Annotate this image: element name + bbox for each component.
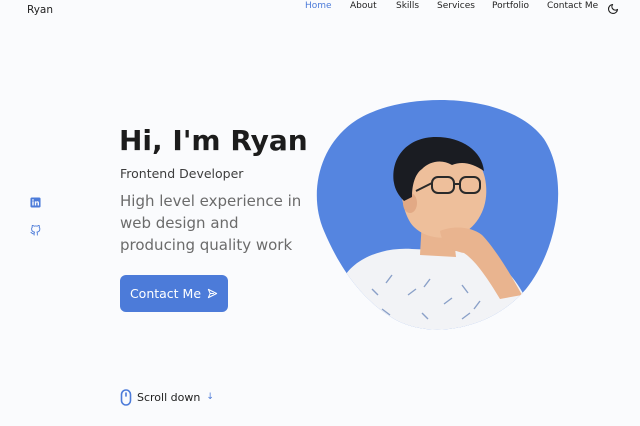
logo[interactable]: Ryan: [27, 4, 53, 16]
portfolio-page: Ryan Home About Skills Services Portfoli…: [0, 0, 640, 426]
nav-link-services[interactable]: Services: [437, 0, 475, 12]
nav-link-about[interactable]: About: [350, 0, 377, 12]
arrow-down-icon: ↓: [206, 392, 214, 402]
nav-link-contact[interactable]: Contact Me: [547, 0, 598, 12]
nav-link-portfolio[interactable]: Portfolio: [492, 0, 529, 12]
send-icon: [207, 288, 218, 299]
contact-me-label: Contact Me: [129, 286, 202, 301]
nav-link-skills[interactable]: Skills: [396, 0, 419, 12]
mouse-icon: [120, 388, 132, 406]
scroll-down-label: Scroll down: [137, 390, 201, 404]
header: Ryan Home About Skills Services Portfoli…: [0, 0, 640, 22]
linkedin-icon[interactable]: [30, 197, 41, 208]
moon-icon[interactable]: [607, 3, 619, 15]
scroll-down-link[interactable]: Scroll down ↓: [120, 388, 214, 406]
hero-subtitle: Frontend Developer: [120, 166, 244, 181]
nav-link-home[interactable]: Home: [305, 0, 332, 12]
github-icon[interactable]: [30, 225, 41, 236]
profile-image: [316, 99, 559, 330]
hero-description: High level experience in web design and …: [120, 192, 302, 254]
contact-me-button[interactable]: Contact Me: [120, 275, 228, 312]
hero-title: Hi, I'm Ryan: [119, 124, 308, 157]
